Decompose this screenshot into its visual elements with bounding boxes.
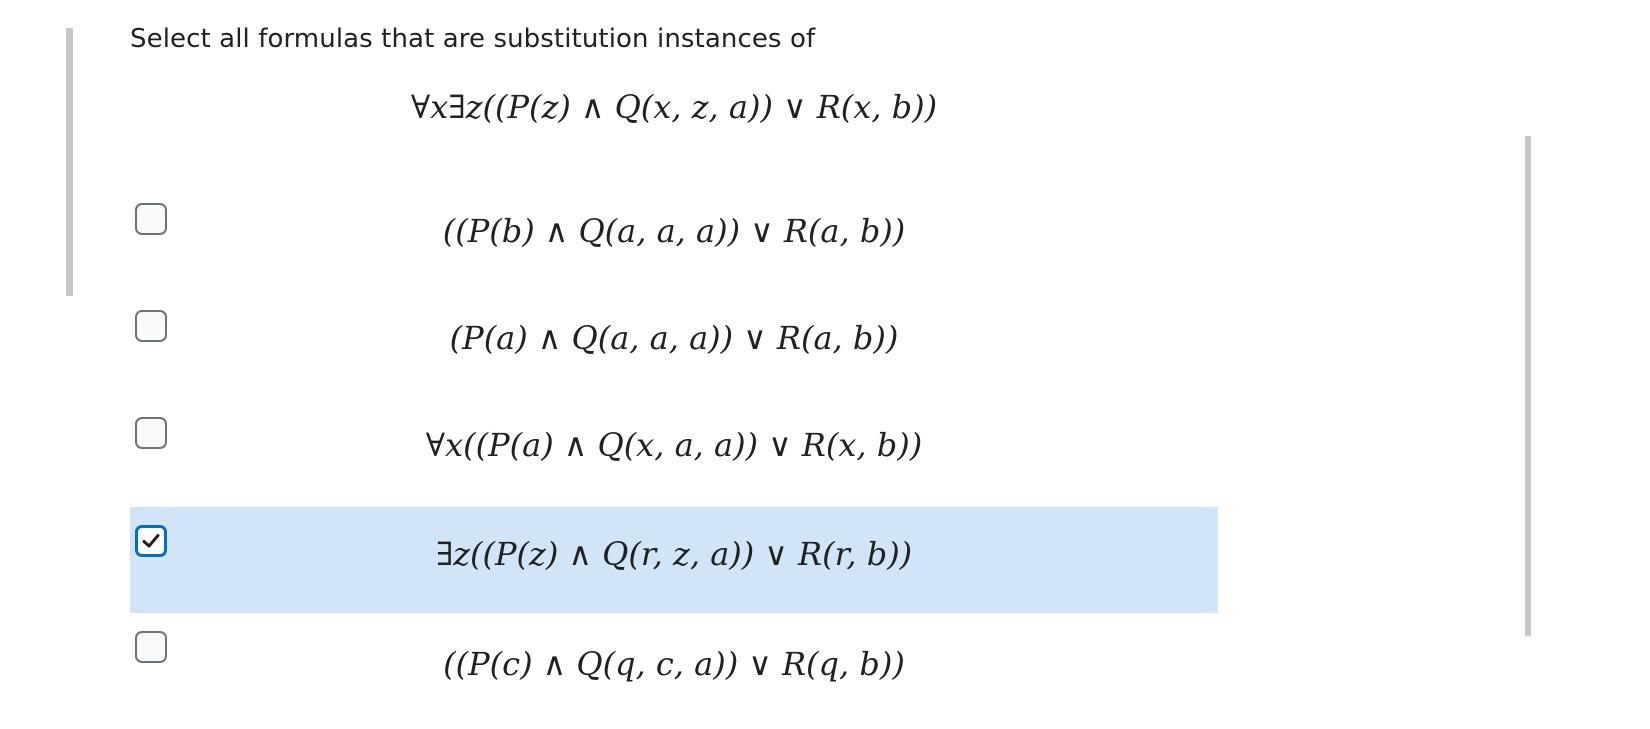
scrollbar[interactable] bbox=[1525, 136, 1531, 636]
answer-option-5[interactable]: ((P(c) ∧ Q(q, c, a)) ∨ R(q, b)) bbox=[130, 613, 1218, 719]
question-left-border bbox=[66, 28, 73, 296]
question-formula: ∀x∃z((P(z) ∧ Q(x, z, a)) ∨ R(x, b)) bbox=[410, 88, 938, 126]
option-formula-2: (P(a) ∧ Q(a, a, a)) ∨ R(a, b)) bbox=[449, 319, 899, 357]
option-formula-5: ((P(c) ∧ Q(q, c, a)) ∨ R(q, b)) bbox=[443, 645, 905, 683]
answer-option-1[interactable]: ((P(b) ∧ Q(a, a, a)) ∨ R(a, b)) bbox=[130, 168, 1218, 274]
answer-option-4[interactable]: ∃z((P(z) ∧ Q(r, z, a)) ∨ R(r, b)) bbox=[130, 507, 1218, 613]
answer-option-2[interactable]: (P(a) ∧ Q(a, a, a)) ∨ R(a, b)) bbox=[130, 275, 1218, 381]
option-formula-3: ∀x((P(a) ∧ Q(x, a, a)) ∨ R(x, b)) bbox=[425, 426, 923, 464]
answer-option-3[interactable]: ∀x((P(a) ∧ Q(x, a, a)) ∨ R(x, b)) bbox=[130, 382, 1218, 488]
question-prompt: Select all formulas that are substitutio… bbox=[130, 24, 816, 54]
option-formula-4: ∃z((P(z) ∧ Q(r, z, a)) ∨ R(r, b)) bbox=[435, 535, 913, 573]
option-formula-1: ((P(b) ∧ Q(a, a, a)) ∨ R(a, b)) bbox=[442, 212, 906, 250]
